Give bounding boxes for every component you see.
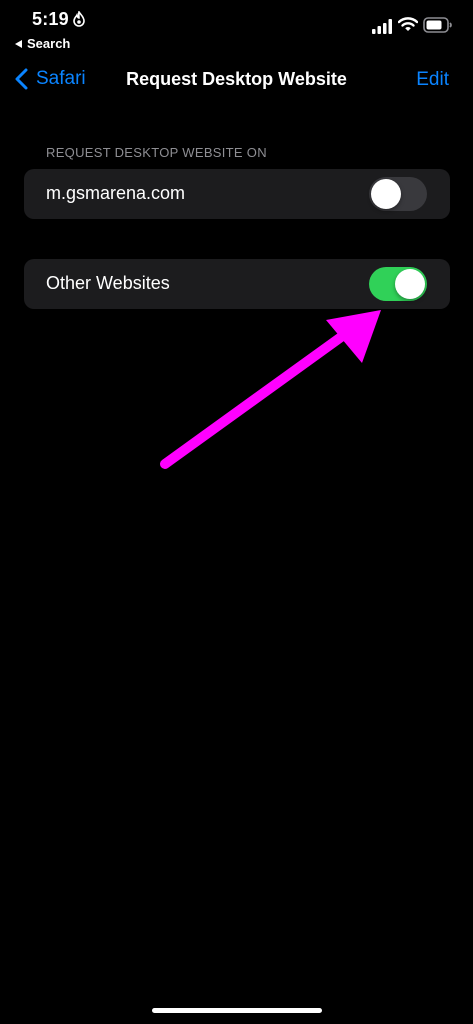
other-websites-toggle[interactable] xyxy=(369,267,427,301)
cellular-signal-icon xyxy=(372,19,392,34)
page-title: Request Desktop Website xyxy=(126,69,347,89)
edit-button[interactable]: Edit xyxy=(416,69,449,91)
website-label: Other Websites xyxy=(46,273,170,293)
battery-icon xyxy=(423,17,452,33)
home-indicator[interactable] xyxy=(152,1008,322,1013)
toggle-knob xyxy=(395,269,425,299)
website-row-gsmarena: m.gsmarena.com xyxy=(24,169,450,219)
hotspot-icon xyxy=(73,11,85,27)
wifi-icon xyxy=(398,17,418,31)
back-triangle-icon xyxy=(15,39,22,48)
back-to-search-button[interactable]: Search xyxy=(14,36,70,51)
status-time: 5:19 xyxy=(32,9,69,29)
navigation-bar: Safari Request Desktop Website Edit xyxy=(0,58,473,102)
toggle-knob xyxy=(371,179,401,209)
gsmarena-toggle[interactable] xyxy=(369,177,427,211)
back-to-search-label: Search xyxy=(27,36,71,51)
status-bar: 5:19 Search xyxy=(0,0,473,56)
website-label: m.gsmarena.com xyxy=(46,183,186,203)
website-row-other-websites: Other Websites xyxy=(24,259,450,309)
section-header: REQUEST DESKTOP WEBSITE ON xyxy=(46,145,267,160)
